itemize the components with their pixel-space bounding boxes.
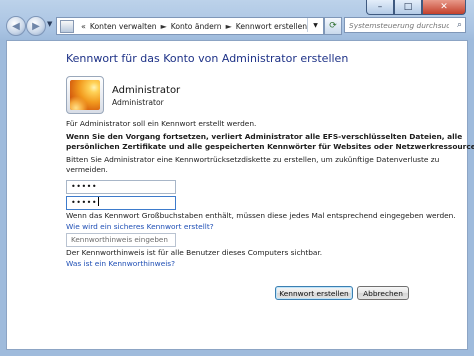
reset-disk-note-line-2: vermeiden. — [66, 165, 108, 174]
minimize-button[interactable]: – — [366, 0, 394, 15]
breadcrumb-konten-verwalten[interactable]: Konten verwalten — [90, 22, 157, 31]
window-frame: – □ ✕ ◀ ▶ ▼ « Konten verwalten ► Konto ä… — [0, 0, 474, 356]
secure-password-link[interactable]: Wie wird ein sicheres Kennwort erstellt? — [66, 222, 214, 231]
content-panel: Kennwort für das Konto von Administrator… — [6, 40, 474, 350]
case-sensitivity-note: Wenn das Kennwort Großbuchstaben enthält… — [66, 211, 456, 220]
address-bar[interactable]: « Konten verwalten ► Konto ändern ► Kenn… — [56, 17, 324, 35]
confirm-password-field[interactable]: ••••• — [66, 196, 176, 210]
maximize-button[interactable]: □ — [394, 0, 422, 15]
search-input[interactable] — [345, 20, 449, 30]
user-account-type: Administrator — [112, 98, 164, 107]
breadcrumb-konto-aendern[interactable]: Konto ändern — [171, 22, 222, 31]
warning-line-2: persönlichen Zertifikate und alle gespei… — [66, 142, 474, 151]
reset-disk-note-line-1: Bitten Sie Administrator eine Kennwortrü… — [66, 155, 440, 164]
back-arrow-icon: ◀ — [12, 20, 20, 32]
page-title: Kennwort für das Konto von Administrator… — [66, 52, 349, 65]
hint-visibility-note: Der Kennworthinweis ist für alle Benutze… — [66, 248, 323, 257]
forward-button[interactable]: ▶ — [26, 16, 46, 36]
text-cursor — [98, 197, 100, 206]
recent-pages-dropdown[interactable]: ▼ — [47, 20, 52, 28]
search-box[interactable]: ⌕ — [344, 17, 466, 33]
confirm-password-value: ••••• — [71, 198, 98, 207]
password-hint-placeholder: Kennworthinweis eingeben — [71, 235, 168, 244]
info-text: Für Administrator soll ein Kennwort erst… — [66, 119, 257, 128]
navigation-bar: ◀ ▶ ▼ « Konten verwalten ► Konto ändern … — [6, 14, 468, 38]
close-button[interactable]: ✕ — [422, 0, 466, 15]
new-password-field[interactable]: ••••• — [66, 180, 176, 194]
back-button[interactable]: ◀ — [6, 16, 26, 36]
create-password-button[interactable]: Kennwort erstellen — [275, 286, 353, 300]
warning-line-1: Wenn Sie den Vorgang fortsetzen, verlier… — [66, 132, 463, 141]
search-icon[interactable]: ⌕ — [457, 20, 462, 30]
avatar — [66, 76, 104, 114]
address-dropdown-icon[interactable]: ▼ — [307, 18, 323, 32]
refresh-icon: ⟳ — [329, 21, 337, 31]
cancel-button[interactable]: Abbrechen — [357, 286, 409, 300]
breadcrumb-kennwort-erstellen[interactable]: Kennwort erstellen — [236, 22, 307, 31]
forward-arrow-icon: ▶ — [32, 20, 40, 32]
breadcrumb-separator-icon[interactable]: « — [81, 22, 86, 31]
new-password-value: ••••• — [71, 182, 98, 191]
breadcrumb-separator-icon[interactable]: ► — [161, 22, 167, 31]
user-picture-icon — [70, 80, 100, 110]
breadcrumb-separator-icon[interactable]: ► — [226, 22, 232, 31]
password-hint-link[interactable]: Was ist ein Kennworthinweis? — [66, 259, 175, 268]
refresh-button[interactable]: ⟳ — [324, 17, 342, 35]
user-name: Administrator — [112, 85, 181, 96]
control-panel-icon — [60, 19, 74, 33]
password-hint-field[interactable]: Kennworthinweis eingeben — [66, 233, 176, 247]
